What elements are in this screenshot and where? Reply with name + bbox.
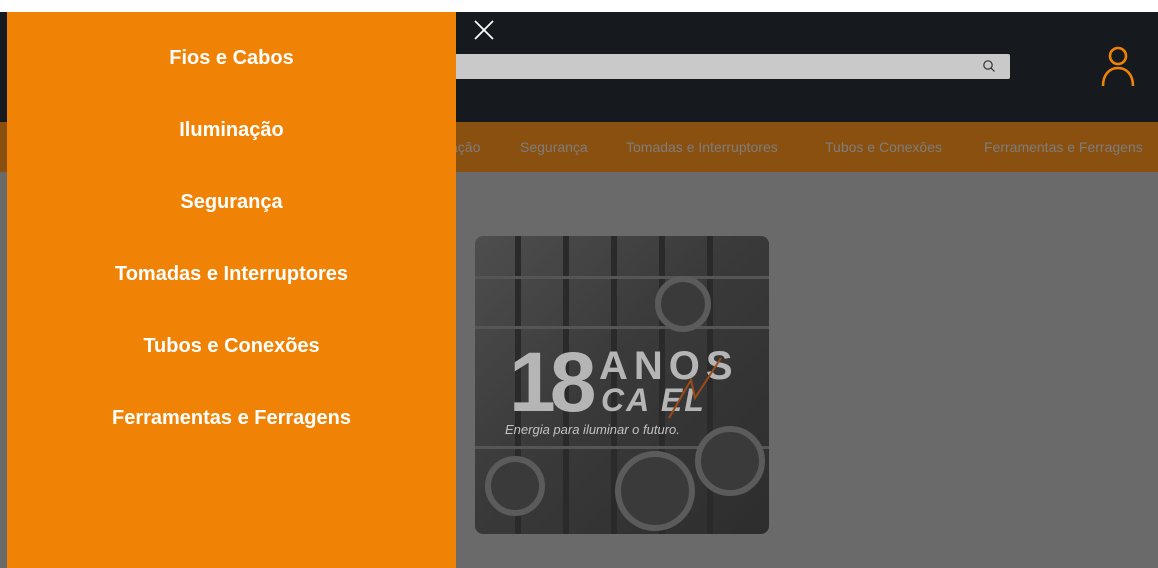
category-nav-item[interactable]: Segurança (520, 122, 588, 172)
cable-spool (695, 426, 765, 496)
drawer-item-seguranca[interactable]: Segurança (7, 190, 456, 214)
lightning-bolt-icon (668, 357, 722, 419)
search-icon[interactable] (982, 59, 996, 73)
cable-spool (615, 451, 695, 531)
category-drawer: Fios e Cabos Iluminação Segurança Tomada… (7, 12, 456, 568)
drawer-item-ferramentas-e-ferragens[interactable]: Ferramentas e Ferragens (7, 406, 456, 430)
category-nav-item[interactable]: Tubos e Conexões (825, 122, 942, 172)
page: ação Segurança Tomadas e Interruptores T… (0, 0, 1158, 568)
user-icon[interactable] (1100, 44, 1136, 88)
anniversary-banner[interactable]: 18 ANOS CA EL Energia para iluminar o fu… (475, 236, 769, 534)
banner-shelf (475, 276, 769, 279)
drawer-item-fios-e-cabos[interactable]: Fios e Cabos (7, 46, 456, 70)
drawer-item-iluminacao[interactable]: Iluminação (7, 118, 456, 142)
drawer-item-tubos-e-conexoes[interactable]: Tubos e Conexões (7, 334, 456, 358)
banner-years: 18 (509, 335, 596, 429)
cable-spool (655, 276, 711, 332)
category-nav-item[interactable]: Tomadas e Interruptores (626, 122, 778, 172)
banner-tagline: Energia para iluminar o futuro. (505, 422, 680, 437)
drawer-item-tomadas-e-interruptores[interactable]: Tomadas e Interruptores (7, 262, 456, 286)
close-icon[interactable] (472, 18, 496, 42)
banner-shelf (475, 326, 769, 329)
cable-spool (485, 456, 545, 516)
search-input[interactable] (420, 54, 1010, 79)
category-nav-item[interactable]: Ferramentas e Ferragens (984, 122, 1143, 172)
